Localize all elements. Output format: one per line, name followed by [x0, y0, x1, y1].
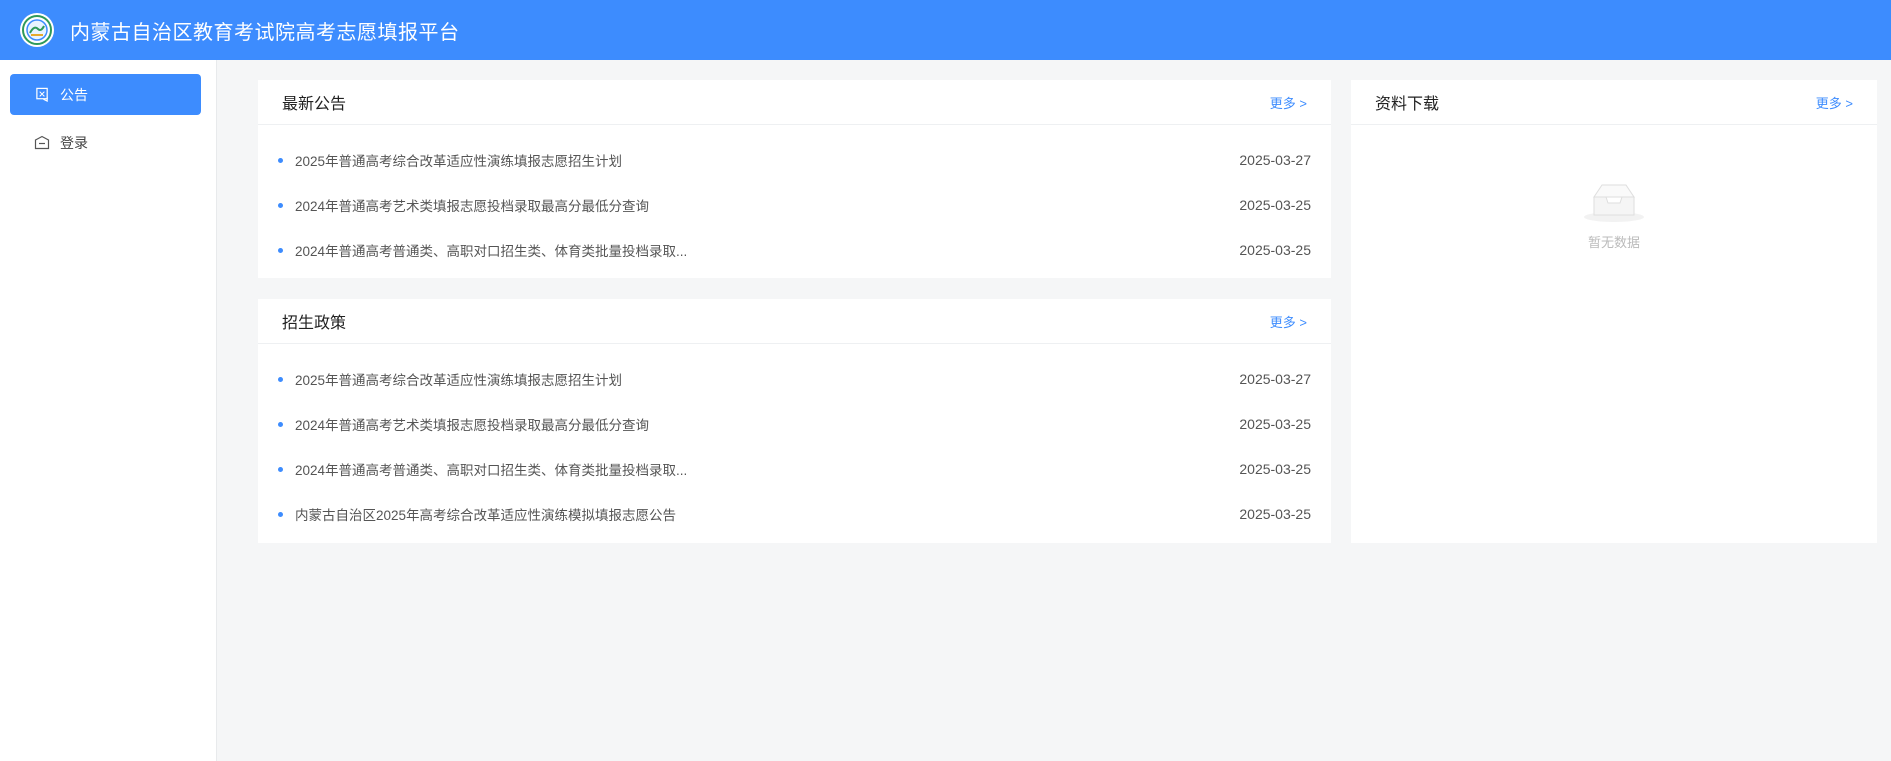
card-header: 招生政策 更多 >	[258, 299, 1331, 344]
item-date: 2025-03-25	[1239, 196, 1311, 213]
empty-text: 暂无数据	[1587, 235, 1640, 250]
bullet-dot-icon	[278, 467, 283, 472]
bullet-dot-icon	[278, 203, 283, 208]
top-header: 内蒙古自治区教育考试院高考志愿填报平台	[0, 0, 1891, 60]
item-title[interactable]: 2024年普通高考普通类、高职对口招生类、体育类批量投档录取...	[295, 240, 1219, 260]
list-item[interactable]: 2025年普通高考综合改革适应性演练填报志愿招生计划 2025-03-27	[258, 356, 1331, 401]
app-title: 内蒙古自治区教育考试院高考志愿填报平台	[70, 21, 460, 44]
bullet-dot-icon	[278, 512, 283, 517]
list-item[interactable]: 2024年普通高考艺术类填报志愿投档录取最高分最低分查询 2025-03-25	[258, 401, 1331, 446]
logo-emblem-icon	[20, 13, 54, 47]
item-title[interactable]: 2025年普通高考综合改革适应性演练填报志愿招生计划	[295, 150, 1219, 170]
notice-icon	[34, 87, 50, 103]
item-date: 2025-03-25	[1239, 460, 1311, 477]
item-title[interactable]: 2024年普通高考普通类、高职对口招生类、体育类批量投档录取...	[295, 459, 1219, 479]
bullet-dot-icon	[278, 248, 283, 253]
item-title[interactable]: 2024年普通高考艺术类填报志愿投档录取最高分最低分查询	[295, 195, 1219, 215]
item-title[interactable]: 2024年普通高考艺术类填报志愿投档录取最高分最低分查询	[295, 414, 1219, 434]
empty-inbox-icon	[1582, 179, 1646, 228]
sidebar-item-notice[interactable]: 公告	[10, 74, 201, 115]
item-date: 2025-03-25	[1239, 415, 1311, 432]
more-link[interactable]: 更多 >	[1816, 93, 1853, 112]
item-date: 2025-03-25	[1239, 241, 1311, 258]
sidebar: 公告 登录	[0, 60, 217, 761]
list-item[interactable]: 2024年普通高考普通类、高职对口招生类、体育类批量投档录取... 2025-0…	[258, 227, 1331, 272]
item-date: 2025-03-27	[1239, 151, 1311, 168]
empty-state: 暂无数据	[1351, 125, 1877, 251]
item-title[interactable]: 2025年普通高考综合改革适应性演练填报志愿招生计划	[295, 369, 1219, 389]
policy-list: 2025年普通高考综合改革适应性演练填报志愿招生计划 2025-03-27 20…	[258, 344, 1331, 536]
more-link[interactable]: 更多 >	[1270, 93, 1307, 112]
sidebar-item-label: 公告	[60, 86, 88, 103]
policy-card: 招生政策 更多 > 2025年普通高考综合改革适应性演练填报志愿招生计划 202…	[258, 299, 1331, 543]
list-item[interactable]: 2025年普通高考综合改革适应性演练填报志愿招生计划 2025-03-27	[258, 137, 1331, 182]
login-icon	[34, 135, 50, 151]
list-item[interactable]: 2024年普通高考艺术类填报志愿投档录取最高分最低分查询 2025-03-25	[258, 182, 1331, 227]
list-item[interactable]: 内蒙古自治区2025年高考综合改革适应性演练模拟填报志愿公告 2025-03-2…	[258, 491, 1331, 536]
latest-notices-card: 最新公告 更多 > 2025年普通高考综合改革适应性演练填报志愿招生计划 202…	[258, 80, 1331, 278]
card-title: 最新公告	[282, 96, 347, 113]
notice-list: 2025年普通高考综合改革适应性演练填报志愿招生计划 2025-03-27 20…	[258, 125, 1331, 272]
card-title: 资料下载	[1375, 96, 1440, 113]
sidebar-item-login[interactable]: 登录	[10, 122, 201, 163]
list-item[interactable]: 2024年普通高考普通类、高职对口招生类、体育类批量投档录取... 2025-0…	[258, 446, 1331, 491]
bullet-dot-icon	[278, 158, 283, 163]
card-header: 资料下载 更多 >	[1351, 80, 1877, 125]
downloads-card: 资料下载 更多 > 暂无数据	[1351, 80, 1877, 543]
sidebar-item-label: 登录	[60, 134, 88, 151]
bullet-dot-icon	[278, 377, 283, 382]
item-title[interactable]: 内蒙古自治区2025年高考综合改革适应性演练模拟填报志愿公告	[295, 504, 1219, 524]
more-link[interactable]: 更多 >	[1270, 312, 1307, 331]
card-header: 最新公告 更多 >	[258, 80, 1331, 125]
card-title: 招生政策	[282, 315, 347, 332]
item-date: 2025-03-25	[1239, 505, 1311, 522]
item-date: 2025-03-27	[1239, 370, 1311, 387]
bullet-dot-icon	[278, 422, 283, 427]
